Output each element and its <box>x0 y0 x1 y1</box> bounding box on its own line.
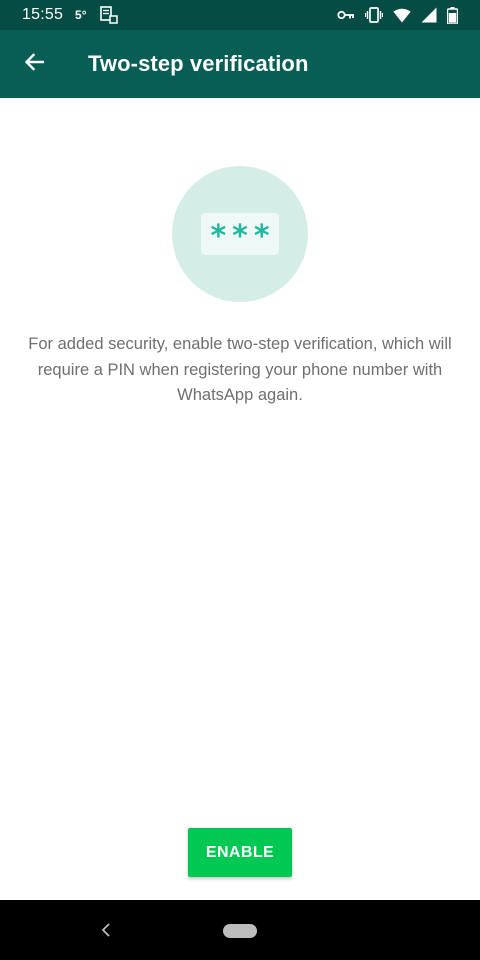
navigation-bar <box>0 900 480 960</box>
back-button[interactable] <box>0 30 68 98</box>
nav-home-pill[interactable] <box>223 924 257 938</box>
nav-back-icon[interactable] <box>96 920 116 940</box>
status-time: 15:55 <box>22 6 64 23</box>
arrow-back-icon <box>24 52 45 76</box>
vibrate-icon <box>365 7 383 23</box>
pin-illustration: *** <box>172 166 308 302</box>
wifi-icon <box>393 8 411 23</box>
sim-storage-icon <box>99 5 119 25</box>
pin-mask-text: *** <box>210 219 276 254</box>
main-content: *** For added security, enable two-step … <box>0 98 480 900</box>
description-text: For added security, enable two-step veri… <box>28 335 452 404</box>
status-temperature: 5° <box>75 8 87 22</box>
enable-button[interactable]: ENABLE <box>188 828 292 877</box>
key-icon <box>337 9 355 21</box>
status-bar: 15:55 5° <box>0 0 480 30</box>
page-title: Two-step verification <box>88 51 309 76</box>
app-bar: Two-step verification <box>0 30 480 98</box>
pin-field-illustration: *** <box>201 213 279 255</box>
battery-icon <box>447 6 458 24</box>
signal-icon <box>421 7 437 23</box>
